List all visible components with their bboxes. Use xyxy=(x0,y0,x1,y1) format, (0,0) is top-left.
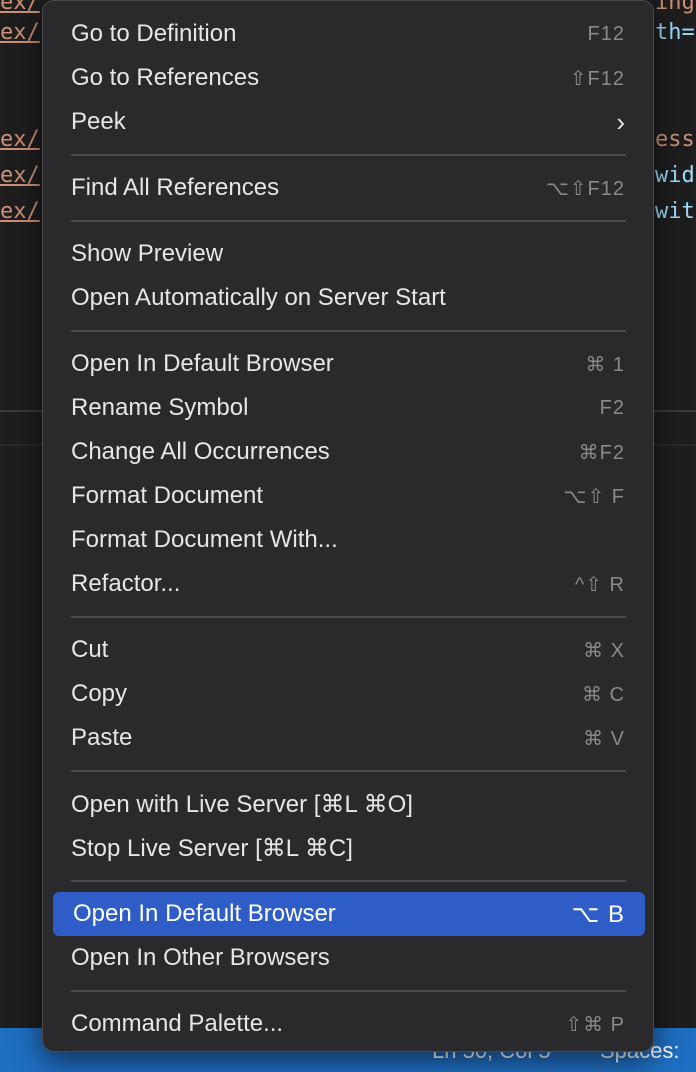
menu-item-paste[interactable]: Paste ⌘ V xyxy=(51,716,645,760)
menu-item-label: Open In Default Browser xyxy=(71,350,334,377)
menu-item-open-in-other-browsers[interactable]: Open In Other Browsers xyxy=(51,936,645,980)
menu-item-shortcut: F12 xyxy=(587,22,625,45)
menu-item-open-automatically-on-server-start[interactable]: Open Automatically on Server Start xyxy=(51,276,645,320)
menu-item-open-in-default-browser[interactable]: Open In Default Browser ⌥ B xyxy=(53,892,645,936)
code-fragment: th= xyxy=(655,20,695,45)
menu-item-label: Open with Live Server [⌘L ⌘O] xyxy=(71,790,413,818)
menu-item-label: Command Palette... xyxy=(71,1010,284,1037)
menu-item-shortcut: F2 xyxy=(599,396,625,419)
menu-item-shortcut: ⌘ V xyxy=(583,727,625,750)
code-fragment: ex/ xyxy=(0,127,40,152)
menu-item-label: Paste xyxy=(71,724,133,751)
menu-separator xyxy=(71,880,626,882)
menu-item-shortcut: ⌥⇧ F xyxy=(563,485,625,508)
menu-item-change-all-occurrences[interactable]: Change All Occurrences ⌘F2 xyxy=(51,430,645,474)
menu-item-peek[interactable]: Peek › xyxy=(51,100,645,144)
menu-item-label: Go to Definition xyxy=(71,20,237,47)
menu-item-go-to-definition[interactable]: Go to Definition F12 xyxy=(51,12,645,56)
menu-item-label: Change All Occurrences xyxy=(71,438,330,465)
menu-separator xyxy=(71,770,626,772)
menu-item-go-to-references[interactable]: Go to References ⇧F12 xyxy=(51,56,645,100)
code-fragment: ex/ xyxy=(0,0,40,15)
menu-separator xyxy=(71,220,626,222)
menu-item-shortcut: ⇧⌘ P xyxy=(565,1013,625,1036)
menu-item-shortcut: ^⇧ R xyxy=(574,573,625,596)
menu-item-label: Find All References xyxy=(71,174,280,201)
menu-item-find-all-references[interactable]: Find All References ⌥⇧F12 xyxy=(51,166,645,210)
menu-item-shortcut: ⌥ B xyxy=(571,900,625,928)
code-fragment: wid xyxy=(655,163,695,188)
chevron-right-icon: › xyxy=(616,106,625,137)
menu-item-label: Open In Default Browser xyxy=(73,900,336,927)
menu-item-label: Stop Live Server [⌘L ⌘C] xyxy=(71,834,353,862)
menu-item-show-preview[interactable]: Show Preview xyxy=(51,232,645,276)
menu-item-copy[interactable]: Copy ⌘ C xyxy=(51,672,645,716)
menu-item-rename-symbol[interactable]: Rename Symbol F2 xyxy=(51,386,645,430)
menu-separator xyxy=(71,990,626,992)
menu-item-label: Format Document xyxy=(71,482,264,509)
code-fragment: ex/ xyxy=(0,199,40,224)
menu-item-format-document[interactable]: Format Document ⌥⇧ F xyxy=(51,474,645,518)
menu-item-open-in-default-browser[interactable]: Open In Default Browser ⌘ 1 xyxy=(51,342,645,386)
menu-separator xyxy=(71,154,626,156)
menu-item-label: Rename Symbol xyxy=(71,394,249,421)
menu-separator xyxy=(71,330,626,332)
menu-item-format-document-with[interactable]: Format Document With... xyxy=(51,518,645,562)
menu-item-refactor[interactable]: Refactor... ^⇧ R xyxy=(51,562,645,606)
menu-item-shortcut: ⌘ X xyxy=(583,639,625,662)
menu-separator xyxy=(71,616,626,618)
code-fragment: ex/ xyxy=(0,163,40,188)
code-fragment: wit xyxy=(655,199,695,224)
menu-item-label: Go to References xyxy=(71,64,260,91)
menu-item-label: Show Preview xyxy=(71,240,224,267)
menu-item-label: Cut xyxy=(71,636,109,663)
menu-item-label: Peek xyxy=(71,108,126,135)
menu-item-label: Format Document With... xyxy=(71,526,338,553)
code-fragment: ing xyxy=(655,0,695,15)
menu-item-cut[interactable]: Cut ⌘ X xyxy=(51,628,645,672)
menu-item-label: Open Automatically on Server Start xyxy=(71,284,446,311)
menu-item-shortcut: ⌘F2 xyxy=(578,441,625,464)
menu-item-shortcut: ⇧F12 xyxy=(569,67,625,90)
menu-item-shortcut: ⌥⇧F12 xyxy=(545,177,625,200)
context-menu: Go to Definition F12 Go to References ⇧F12 P… xyxy=(42,0,654,1052)
menu-item-open-with-live-server-l-o[interactable]: Open with Live Server [⌘L ⌘O] xyxy=(51,782,645,826)
menu-item-stop-live-server-l-c[interactable]: Stop Live Server [⌘L ⌘C] xyxy=(51,826,645,870)
menu-item-label: Open In Other Browsers xyxy=(71,944,330,971)
code-fragment: ess xyxy=(655,127,695,152)
menu-item-shortcut: ⌘ 1 xyxy=(585,353,625,376)
menu-item-command-palette[interactable]: Command Palette... ⇧⌘ P xyxy=(51,1002,645,1046)
menu-item-label: Refactor... xyxy=(71,570,181,597)
code-fragment: ex/ xyxy=(0,20,40,45)
menu-item-shortcut: ⌘ C xyxy=(582,683,625,706)
menu-item-label: Copy xyxy=(71,680,128,707)
